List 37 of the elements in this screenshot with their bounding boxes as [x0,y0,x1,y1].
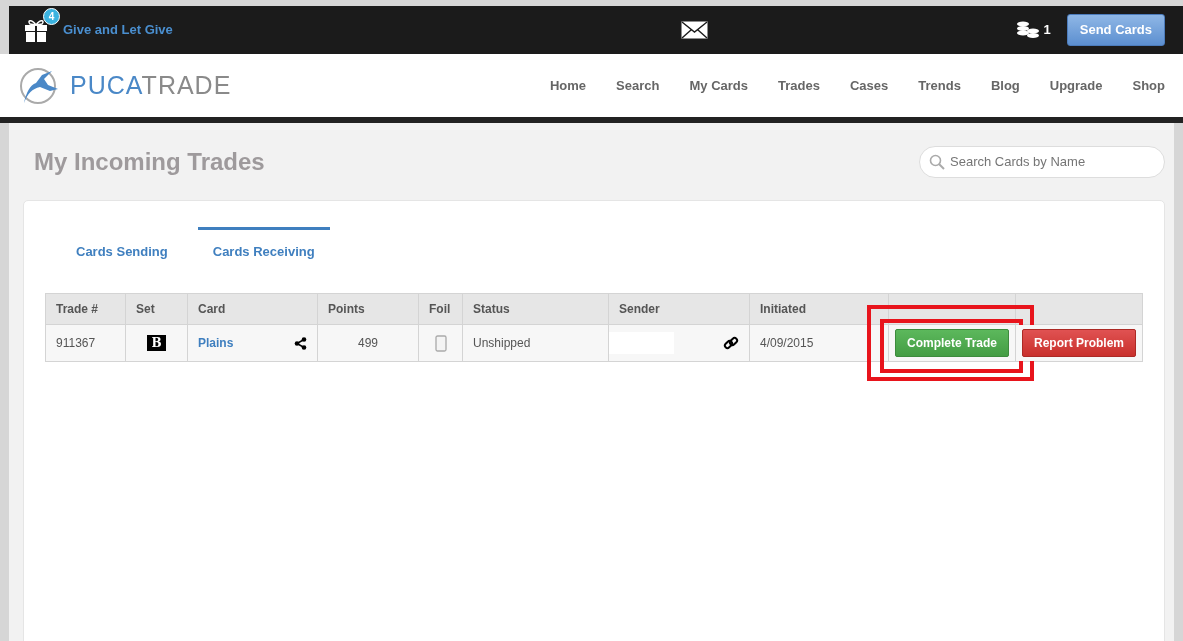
nav-link[interactable]: Home [550,75,587,96]
column-header: Card [187,293,318,325]
column-header: Trade # [45,293,126,325]
table-cell: Unshipped [462,324,609,362]
tab[interactable]: Cards Receiving [197,227,330,262]
nav-link[interactable]: Blog [990,75,1020,96]
column-header: Sender [608,293,750,325]
nav-link[interactable]: Search [616,75,660,96]
table-cell: 911367 [45,324,126,362]
link-icon[interactable] [723,335,739,351]
notification-badge: 4 [43,8,60,25]
tab[interactable]: Cards Sending [61,227,183,262]
table-cell: 499 [317,324,419,362]
report-problem-button[interactable]: Report Problem [1022,329,1136,357]
give-link[interactable]: Give and Let Give [63,20,173,40]
column-header: Status [462,293,609,325]
logo-text[interactable]: PUCATRADE [70,66,232,105]
column-header: Initiated [749,293,889,325]
nav-link[interactable]: My Cards [689,75,748,96]
complete-trade-button[interactable]: Complete Trade [895,329,1009,357]
nav-link[interactable]: Shop [1132,75,1165,96]
nav-link[interactable]: Cases [849,75,889,96]
card-link[interactable]: Plains [198,334,234,352]
mail-icon[interactable] [680,21,708,39]
share-icon[interactable] [294,336,307,350]
search-field[interactable]: Search Cards by Name [919,145,1165,178]
page-title: My Incoming Trades [34,146,265,177]
coins-icon [1015,21,1040,39]
foil-card-icon [434,335,447,353]
set-symbol: B [147,335,166,351]
column-header: Set [125,293,188,325]
nav-link[interactable]: Upgrade [1049,75,1103,96]
column-header: Foil [418,293,463,325]
column-header: Points [317,293,419,325]
nav-link[interactable]: Trades [778,75,820,96]
coin-count: 1 [1043,21,1051,40]
nav-link[interactable]: Trends [918,75,961,96]
